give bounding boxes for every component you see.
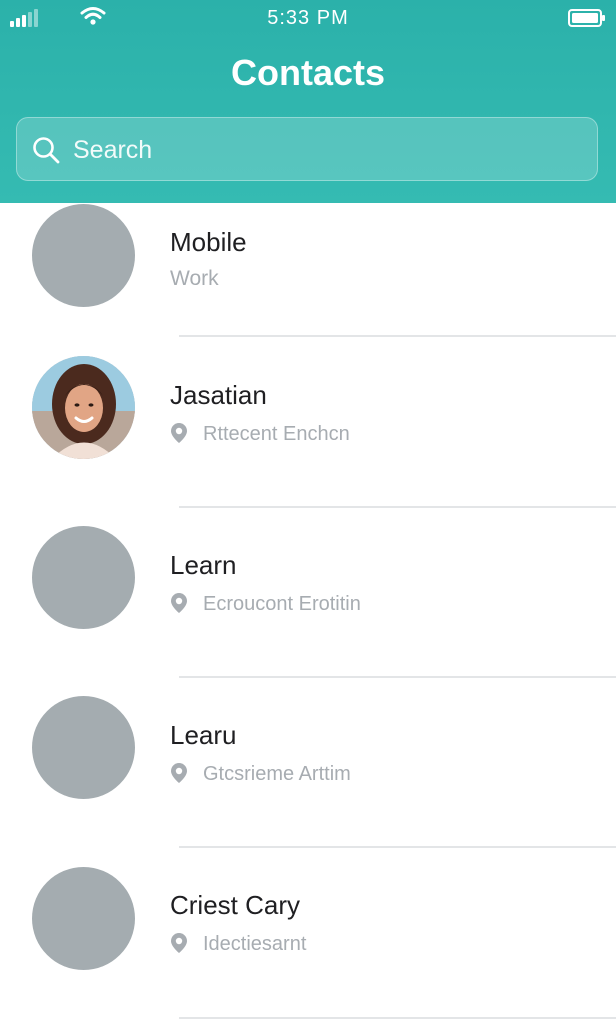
search-bar[interactable] (16, 117, 598, 181)
contact-row-learu[interactable]: Learu Gtcsrieme Arttim (0, 696, 616, 866)
row-divider (179, 846, 616, 848)
contact-row-criest-cary[interactable]: Criest Cary Idectiesarnt (0, 867, 616, 1024)
contact-name: Jasatian (170, 380, 267, 410)
contact-name: Learn (170, 550, 237, 580)
avatar-placeholder (32, 867, 135, 970)
contact-subtitle: Work (170, 267, 219, 290)
location-pin-icon (171, 423, 187, 443)
row-divider (179, 676, 616, 678)
avatar-placeholder (32, 696, 135, 799)
contact-location: Ecroucont Erotitin (203, 593, 361, 615)
search-icon (33, 137, 60, 164)
battery-icon (568, 9, 605, 27)
contact-row-learn[interactable]: Learn Ecroucont Erotitin (0, 526, 616, 696)
row-divider (179, 335, 616, 337)
contacts-list[interactable]: Mobile Work Jasatian Rttecent Enchcn Lea… (0, 203, 616, 1024)
contact-location: Idectiesarnt (203, 933, 307, 955)
location-pin-icon (171, 763, 187, 783)
contact-location: Gtcsrieme Arttim (203, 763, 351, 785)
avatar (32, 356, 135, 459)
page-title: Contacts (230, 52, 386, 93)
contact-row-mobile[interactable]: Mobile Work (0, 203, 616, 373)
location-pin-icon (171, 593, 187, 613)
row-divider (179, 1017, 616, 1019)
avatar-placeholder (32, 526, 135, 629)
contact-location: Rttecent Enchcn (203, 423, 350, 445)
contact-name: Criest Cary (170, 890, 301, 920)
search-input[interactable] (73, 130, 573, 170)
avatar-photo (32, 356, 135, 459)
app-header: 5:33 PM Contacts (0, 0, 616, 203)
contact-row-jasatian[interactable]: Jasatian Rttecent Enchcn (0, 356, 616, 526)
status-time: 5:33 PM (267, 7, 349, 29)
row-divider (179, 506, 616, 508)
avatar-placeholder (32, 204, 135, 307)
status-bar: 5:33 PM (0, 0, 616, 36)
contact-name: Learu (170, 720, 237, 750)
contact-name: Mobile (170, 227, 247, 257)
location-pin-icon (171, 933, 187, 953)
